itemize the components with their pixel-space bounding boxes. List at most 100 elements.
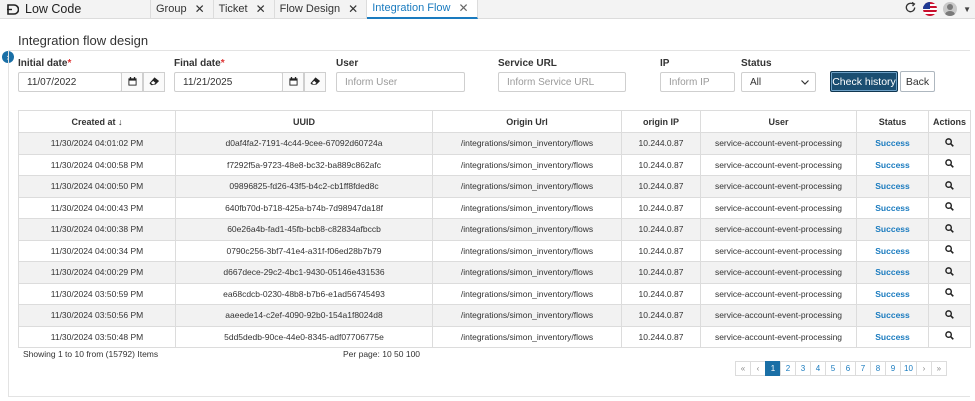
close-icon[interactable]: ✕: [195, 3, 205, 15]
column-header-user[interactable]: User: [700, 110, 857, 133]
final-date-field[interactable]: [174, 72, 283, 92]
cell-origin-ip: 10.244.0.87: [621, 304, 701, 327]
column-header-origin-ip[interactable]: origin IP: [621, 110, 701, 133]
final-date-calendar-button[interactable]: [282, 72, 304, 92]
search-icon[interactable]: [945, 159, 954, 170]
search-icon[interactable]: [945, 224, 954, 235]
column-header-status[interactable]: Status: [856, 110, 929, 133]
cell-status: Success: [856, 282, 929, 305]
check-history-button[interactable]: Check history: [830, 71, 898, 92]
search-icon[interactable]: [945, 202, 954, 213]
table-row[interactable]: 11/30/2024 04:00:34 PM 0790c256-3bf7-41e4…: [18, 239, 971, 262]
tab-group[interactable]: Group ✕: [150, 0, 214, 19]
search-icon[interactable]: [945, 181, 954, 192]
cell-actions: [928, 261, 971, 284]
cell-status: Success: [856, 304, 929, 327]
cell-status: Success: [856, 218, 929, 241]
close-icon[interactable]: ✕: [256, 3, 266, 15]
pagination-page[interactable]: 2: [780, 361, 796, 376]
table-row[interactable]: 11/30/2024 03:50:56 PM aaeede14-c2ef-4090…: [18, 304, 971, 327]
chevron-down-icon[interactable]: ▼: [963, 5, 971, 14]
pagination-prev[interactable]: ‹: [750, 361, 766, 376]
calendar-icon: [288, 75, 298, 89]
pagination-page[interactable]: 6: [840, 361, 856, 376]
pagination-next[interactable]: ›: [915, 361, 932, 376]
cell-origin-ip: 10.244.0.87: [621, 218, 701, 241]
pagination-page[interactable]: 5: [825, 361, 841, 376]
cell-status: Success: [856, 153, 929, 176]
search-icon[interactable]: [945, 310, 954, 321]
search-icon[interactable]: [945, 245, 954, 256]
tab-ticket[interactable]: Ticket ✕: [214, 0, 275, 19]
initial-date-calendar-button[interactable]: [121, 72, 143, 92]
pagination-last[interactable]: »: [930, 361, 947, 376]
close-icon[interactable]: ✕: [348, 3, 358, 15]
table-row[interactable]: 11/30/2024 04:00:38 PM 60e26a4b-fad1-45fb…: [18, 218, 971, 241]
pagination-page[interactable]: 3: [795, 361, 811, 376]
table-row[interactable]: 11/30/2024 04:00:29 PM d667dece-29c2-4bc1…: [18, 261, 971, 284]
cell-origin-ip: 10.244.0.87: [621, 282, 701, 305]
cell-user: service-account-event-processing: [700, 175, 857, 198]
tab-label: Ticket: [218, 3, 248, 15]
initial-date-input[interactable]: [27, 76, 121, 88]
us-flag-icon[interactable]: [923, 2, 938, 16]
service-url-label: Service URL: [498, 58, 557, 69]
ip-field[interactable]: [660, 72, 735, 92]
search-icon[interactable]: [945, 267, 954, 278]
cell-actions: [928, 132, 971, 155]
table-row[interactable]: 11/30/2024 04:00:43 PM 640fb70d-b718-425a…: [18, 196, 971, 219]
initial-date-clear-button[interactable]: [143, 72, 165, 92]
user-field[interactable]: [336, 72, 465, 92]
pagination-page[interactable]: 9: [885, 361, 901, 376]
cell-created-at: 11/30/2024 03:50:59 PM: [18, 282, 176, 305]
column-header-uuid[interactable]: UUID: [175, 110, 433, 133]
table-row[interactable]: 11/30/2024 04:01:02 PM d0af4fa2-7191-4c44…: [18, 132, 971, 155]
cell-user: service-account-event-processing: [700, 153, 857, 176]
cell-status: Success: [856, 175, 929, 198]
refresh-icon[interactable]: [904, 1, 917, 17]
status-select[interactable]: All: [741, 72, 816, 92]
pagination-page[interactable]: 1: [765, 361, 781, 376]
cell-origin-url: /integrations/simon_inventory/flows: [432, 132, 622, 155]
cell-user: service-account-event-processing: [700, 196, 857, 219]
tab-label: Integration Flow: [372, 2, 451, 14]
pagination-first[interactable]: «: [735, 361, 751, 376]
user-input[interactable]: [345, 76, 464, 88]
ip-input[interactable]: [669, 76, 734, 88]
back-button[interactable]: Back: [900, 71, 935, 92]
service-url-input[interactable]: [507, 76, 625, 88]
search-icon[interactable]: [945, 138, 954, 149]
final-date-input[interactable]: [183, 76, 282, 88]
search-icon[interactable]: [945, 331, 954, 342]
cell-actions: [928, 239, 971, 262]
ip-label: IP: [660, 58, 670, 69]
pagination-page[interactable]: 10: [900, 361, 917, 376]
cell-uuid: 60e26a4b-fad1-45fb-bcb8-c82834afbccb: [175, 218, 433, 241]
cell-origin-url: /integrations/simon_inventory/flows: [432, 304, 622, 327]
cell-status: Success: [856, 261, 929, 284]
cell-created-at: 11/30/2024 04:01:02 PM: [18, 132, 176, 155]
final-date-clear-button[interactable]: [304, 72, 326, 92]
initial-date-field[interactable]: [18, 72, 122, 92]
table-row[interactable]: 11/30/2024 04:00:58 PM f7292f5a-9723-48e8…: [18, 153, 971, 176]
pagination-page[interactable]: 4: [810, 361, 826, 376]
user-avatar-icon[interactable]: [943, 2, 958, 16]
table-row[interactable]: 11/30/2024 04:00:50 PM 09896825-fd26-43f5…: [18, 175, 971, 198]
divider: [8, 50, 970, 51]
pagination-page[interactable]: 8: [870, 361, 886, 376]
column-header-origin-url[interactable]: Origin Url: [432, 110, 622, 133]
page-title: Integration flow design: [18, 33, 149, 48]
tab-label: Group: [156, 3, 187, 15]
tab-integration-flow[interactable]: Integration Flow ✕: [367, 0, 478, 19]
column-header-created-at[interactable]: Created at ↓: [18, 110, 176, 133]
pagination-page[interactable]: 7: [855, 361, 871, 376]
close-icon[interactable]: ✕: [459, 2, 469, 14]
per-page-selector[interactable]: Per page: 10 50 100: [343, 349, 420, 359]
tab-flow-design[interactable]: Flow Design ✕: [275, 0, 368, 19]
table-row[interactable]: 11/30/2024 03:50:48 PM 5dd5dedb-90ce-44e0…: [18, 325, 971, 348]
search-icon[interactable]: [945, 288, 954, 299]
brand[interactable]: Low Code: [0, 0, 150, 19]
table-row[interactable]: 11/30/2024 03:50:59 PM ea68cdcb-0230-48b8…: [18, 282, 971, 305]
cell-created-at: 11/30/2024 04:00:43 PM: [18, 196, 176, 219]
service-url-field[interactable]: [498, 72, 626, 92]
